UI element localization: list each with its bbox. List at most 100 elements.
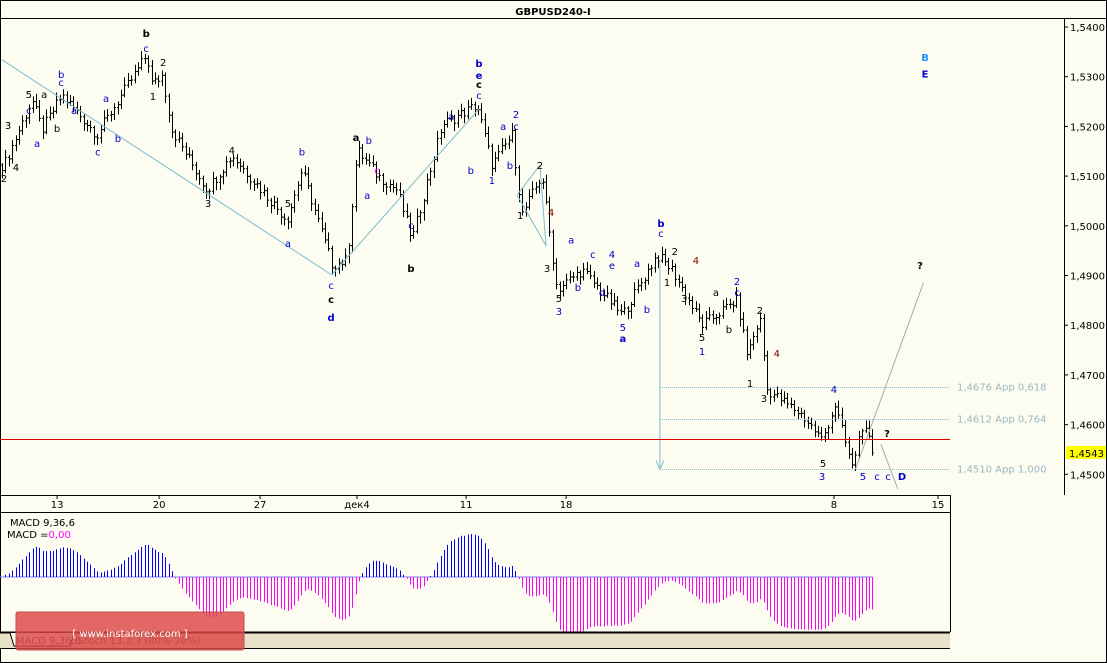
wave-label: a bbox=[285, 239, 291, 250]
wave-label: 4 bbox=[693, 256, 699, 267]
wave-label: c bbox=[590, 250, 596, 261]
date-tick-label: 27 bbox=[254, 500, 267, 511]
price-tick-label: 1,5200 bbox=[1070, 122, 1105, 133]
wave-label: 4 bbox=[229, 146, 235, 157]
wave-label: a bbox=[71, 106, 77, 117]
price-tick-label: 1,5000 bbox=[1070, 222, 1105, 233]
wave-label: 5 bbox=[556, 294, 562, 305]
wave-label: c bbox=[476, 80, 482, 91]
wave-label: d bbox=[328, 313, 335, 324]
macd-title: MACD 9,36,6 bbox=[10, 518, 75, 529]
wave-label: 3 bbox=[544, 264, 550, 275]
wave-label: 1 bbox=[699, 347, 705, 358]
price-tick-label: 1,4800 bbox=[1070, 321, 1105, 332]
wave-label: 2 bbox=[734, 277, 740, 288]
wave-label: a bbox=[619, 334, 626, 345]
wave-label: c bbox=[658, 229, 664, 240]
wave-label: c bbox=[95, 148, 101, 159]
wave-label: e bbox=[609, 261, 615, 272]
wave-label: c bbox=[328, 281, 334, 292]
wave-label: b bbox=[54, 124, 60, 135]
price-tick-label: 1,5400 bbox=[1070, 23, 1105, 34]
wave-label: a bbox=[353, 133, 360, 144]
wave-label: 3 bbox=[681, 294, 687, 305]
wave-label: b bbox=[299, 148, 305, 159]
wave-label: a bbox=[103, 94, 109, 105]
macd-value-text: MACD =0,00 bbox=[7, 530, 71, 541]
wave-label: a bbox=[568, 236, 574, 247]
wave-label: c bbox=[58, 78, 64, 89]
wave-label: 1 bbox=[664, 278, 670, 289]
wave-label: 2 bbox=[757, 306, 763, 317]
wave-label: ? bbox=[884, 429, 890, 440]
wave-label: c bbox=[513, 122, 519, 133]
wave-label: 1 bbox=[489, 176, 495, 187]
wave-label: b bbox=[115, 134, 121, 145]
wave-label: b bbox=[366, 136, 372, 147]
price-tick-label: 1,4700 bbox=[1070, 371, 1105, 382]
date-tick-label: 8 bbox=[831, 500, 837, 511]
fibo-level-label: 1,4510 App 1,000 bbox=[957, 465, 1047, 476]
date-tick-label: 15 bbox=[932, 500, 945, 511]
fibo-level-label: 1,4676 App 0,618 bbox=[957, 383, 1047, 394]
wave-label: b bbox=[575, 283, 581, 294]
current-price-label: 1,4543 bbox=[1069, 449, 1104, 460]
wave-label: 5 bbox=[860, 472, 866, 483]
wave-label: b bbox=[468, 166, 474, 177]
date-tick-label: дек4 bbox=[344, 500, 369, 511]
wave-label: c bbox=[885, 472, 891, 483]
wave-label: 5 bbox=[620, 323, 626, 334]
macd-value: 0,00 bbox=[49, 530, 71, 541]
price-tick-label: 1,4900 bbox=[1070, 272, 1105, 283]
wave-label: E bbox=[922, 70, 929, 81]
wave-label: 1 bbox=[150, 92, 156, 103]
wave-label: 2 bbox=[1, 174, 7, 185]
macd-value-prefix: MACD = bbox=[7, 530, 49, 541]
date-tick-label: 11 bbox=[460, 500, 473, 511]
wave-label: c bbox=[874, 472, 880, 483]
chart-title: GBPUSD240-I bbox=[515, 7, 591, 18]
wave-label: 4 bbox=[609, 250, 615, 261]
wave-label: d bbox=[599, 288, 605, 299]
wave-label: 4 bbox=[774, 349, 780, 360]
wave-label: b bbox=[726, 325, 732, 336]
wave-label: 1 bbox=[517, 211, 523, 222]
wave-label: c bbox=[374, 166, 380, 177]
wave-label: a bbox=[448, 112, 454, 123]
wave-label: c bbox=[734, 288, 740, 299]
date-tick-label: 13 bbox=[51, 500, 64, 511]
wave-label: 4 bbox=[548, 208, 554, 219]
chart-window: GBPUSD240-I 1,5400 1,5300 1,5200 1,5100 1,500… bbox=[0, 0, 1107, 663]
wave-label: 2 bbox=[513, 110, 519, 121]
wave-label: 5 bbox=[699, 333, 705, 344]
wave-label: D bbox=[898, 472, 906, 483]
wave-label: 1 bbox=[747, 379, 753, 390]
wave-label: 5 bbox=[820, 459, 826, 470]
wave-label: c bbox=[143, 44, 149, 55]
fibo-level-label: 1,4612 App 0,764 bbox=[957, 415, 1047, 426]
wave-label: 3 bbox=[761, 394, 767, 405]
wave-label: b bbox=[475, 59, 482, 70]
wave-label: b bbox=[644, 305, 650, 316]
wave-label: 4 bbox=[831, 385, 837, 396]
price-tick-label: 1,4500 bbox=[1070, 470, 1105, 481]
wave-label: a bbox=[713, 288, 719, 299]
wave-label: 2 bbox=[672, 247, 678, 258]
wave-label: 4 bbox=[13, 163, 19, 174]
wave-label: 5 bbox=[285, 199, 291, 210]
wave-label: a bbox=[500, 122, 506, 133]
wave-label: c bbox=[476, 91, 482, 102]
wave-label: B bbox=[921, 53, 929, 64]
price-tick-label: 1,4600 bbox=[1070, 421, 1105, 432]
wave-label: 2 bbox=[537, 161, 543, 172]
wave-label: c bbox=[408, 221, 414, 232]
date-tick-label: 18 bbox=[560, 500, 573, 511]
wave-label: b bbox=[407, 264, 414, 275]
wave-label: a bbox=[364, 191, 370, 202]
background bbox=[0, 0, 1107, 663]
watermark-text: [ www.instaforex.com ] bbox=[72, 629, 187, 640]
wave-label: 5 bbox=[26, 90, 32, 101]
wave-label: c bbox=[328, 295, 334, 306]
date-tick-label: 20 bbox=[153, 500, 166, 511]
wave-label: b bbox=[143, 29, 150, 40]
